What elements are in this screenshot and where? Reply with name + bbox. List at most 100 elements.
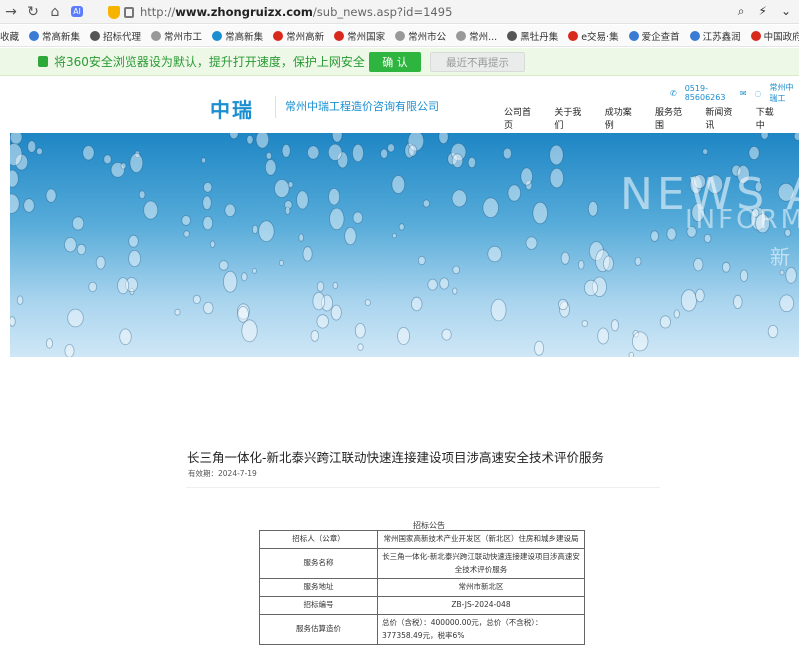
bookmark-item[interactable]: 江苏鑫润 — [689, 29, 741, 43]
bookmark-favicon-icon — [689, 30, 700, 41]
bookmark-label: 爱企查首 — [641, 31, 680, 43]
row-label: 招标编号 — [259, 596, 378, 615]
bookmark-label: 常州国家 — [347, 31, 386, 43]
bookmark-label: 招标代理 — [103, 31, 142, 43]
row-label: 服务地址 — [259, 578, 378, 597]
tender-info-table: 招标人（公章） 常州国家高新技术产业开发区（新北区）住房和城乡建设局 服务名称 长三角… — [259, 530, 585, 646]
bookmark-label: 黑牡丹集 — [520, 31, 559, 43]
url-host: www.zhongruizx.com — [175, 5, 313, 19]
nav-item[interactable]: 服务范围 — [655, 105, 683, 131]
hero-banner: NEWS A INFORMA 新 — [10, 133, 799, 357]
bookmark-label: 收藏 — [0, 31, 20, 43]
bookmark-label: 常州高新 — [286, 31, 325, 43]
bookmark-label: 常州市公 — [408, 31, 447, 43]
bookmark-item[interactable]: 黑牡丹集 — [507, 29, 558, 43]
bookmark-item[interactable]: 招标代理 — [90, 29, 141, 43]
phone-number: 0519-85606263 — [684, 84, 726, 102]
bookmark-item[interactable]: 常高新集 — [29, 29, 80, 43]
mail-label: 常州中瑞工 — [769, 83, 794, 103]
lock-icon — [38, 56, 48, 67]
bookmark-label: 江苏鑫润 — [702, 31, 741, 43]
banner-cn-text: 新 — [770, 245, 790, 269]
bookmark-favicon-icon — [568, 30, 579, 41]
back-icon[interactable]: → — [0, 1, 22, 23]
table-row: 服务名称 长三角一体化-新北泰兴跨江联动快速连接建设项目涉高速安全技术评价服务 — [259, 547, 585, 580]
bookmark-favicon-icon — [29, 30, 40, 41]
raindrop-pattern — [10, 133, 799, 357]
row-value: 常州国家高新技术产业开发区（新北区）住房和城乡建设局 — [377, 530, 585, 549]
reload-icon[interactable]: ↻ — [22, 1, 44, 23]
bookmark-label: 中国政府 — [763, 31, 799, 43]
bookmark-item[interactable]: 爱企查首 — [628, 29, 680, 43]
home-icon[interactable]: ⌂ — [44, 1, 66, 23]
default-browser-notice: 将360安全浏览器设为默认，提升打开速度，保护上网安全 确 认 最近不再提示 — [0, 48, 799, 76]
article-title: 长三角一体化-新北泰兴跨江联动快速连接建设项目涉高速安全技术评价服务 — [187, 450, 605, 465]
bookmark-favicon-icon — [395, 30, 406, 41]
row-label: 招标人（公章） — [259, 530, 378, 549]
bookmark-item[interactable]: 常州高新 — [273, 29, 324, 43]
bookmark-item[interactable]: 常州市工 — [151, 29, 202, 43]
bookmark-favicon-icon — [456, 30, 467, 41]
url-field[interactable]: http:// www.zhongruizx.com /sub_news.asp… — [108, 3, 728, 21]
dismiss-button[interactable]: 最近不再提示 — [430, 52, 525, 72]
bookmark-favicon-icon — [507, 30, 518, 41]
notice-message: 将360安全浏览器设为默认，提升打开速度，保护上网安全 — [54, 55, 365, 69]
bookmark-label: 常州... — [469, 31, 498, 43]
banner-subheading: INFORMA — [685, 205, 799, 235]
bookmark-label: e交易·集 — [581, 31, 619, 43]
title-divider — [186, 487, 660, 488]
url-path: /sub_news.asp?id=1495 — [312, 5, 453, 19]
ai-icon[interactable]: AI — [66, 1, 88, 23]
nav-item[interactable]: 新闻资讯 — [705, 105, 733, 131]
nav-item[interactable]: 公司首页 — [504, 105, 532, 131]
browser-address-bar: → ↻ ⌂ AI http:// www.zhongruizx.com /sub… — [0, 0, 799, 24]
wechat-icon[interactable]: ◌ — [755, 89, 762, 98]
bookmark-label: 常州市工 — [164, 31, 203, 43]
row-value: 长三角一体化-新北泰兴跨江联动快速连接建设项目涉高速安全技术评价服务 — [377, 547, 585, 580]
bookmark-favicon-icon — [212, 30, 223, 41]
nav-item[interactable]: 成功案例 — [605, 105, 633, 131]
table-row: 服务估算造价 总价（含税）：400000.00元，总价（不含税）：377358.4… — [259, 613, 585, 646]
bookmark-item[interactable]: 常州国家 — [334, 29, 385, 43]
row-label: 服务估算造价 — [259, 613, 378, 646]
bookmark-favicon-icon — [151, 30, 162, 41]
search-icon[interactable]: ⌕ — [738, 4, 745, 19]
company-name: 常州中瑞工程造价咨询有限公司 — [285, 100, 439, 113]
row-label: 服务名称 — [259, 547, 378, 580]
table-row: 服务地址 常州市新北区 — [259, 578, 585, 597]
bookmark-label: 常高新集 — [42, 31, 81, 43]
bookmark-item[interactable]: 常州市公 — [395, 29, 446, 43]
url-prefix: http:// — [140, 5, 176, 19]
row-value: 常州市新北区 — [377, 578, 585, 597]
bookmark-favicon-icon — [334, 30, 345, 41]
mail-icon[interactable]: ✉ — [740, 89, 747, 98]
article-meta: 有效期：2024-7-19 — [188, 469, 257, 478]
bookmark-item[interactable]: 常州... — [456, 29, 497, 43]
nav-item[interactable]: 下载中 — [756, 105, 777, 131]
bookmark-item[interactable]: 中国政府 — [750, 29, 799, 43]
nav-item[interactable]: 关于我们 — [554, 105, 582, 131]
main-nav: 公司首页 关于我们 成功案例 服务范围 新闻资讯 下载中 — [504, 105, 799, 131]
bookmark-favicon-icon — [273, 30, 284, 41]
bookmark-favicon-icon — [90, 30, 101, 41]
chevron-down-icon[interactable]: ⌄ — [781, 4, 791, 19]
table-row: 招标人（公章） 常州国家高新技术产业开发区（新北区）住房和城乡建设局 — [259, 530, 585, 549]
contact-info: ✆ 0519-85606263 ✉ ◌ 常州中瑞工 — [670, 82, 799, 104]
security-shield-icon[interactable] — [108, 5, 120, 19]
phone-icon: ✆ — [670, 88, 677, 98]
bookmarks-bar: 收藏 常高新集 招标代理 常州市工 常高新集 常州高新 常州国家 常州市公 常州... 黑牡丹集 e… — [0, 25, 799, 47]
bookmark-favicon-icon — [750, 30, 761, 41]
lightning-icon[interactable]: ⚡ — [759, 4, 767, 19]
bookmark-item[interactable]: e交易·集 — [568, 29, 619, 43]
table-row: 招标编号 ZB-JS-2024-048 — [259, 596, 585, 615]
confirm-button[interactable]: 确 认 — [369, 52, 421, 72]
row-value: ZB-JS-2024-048 — [377, 596, 585, 615]
bookmark-item[interactable]: 常高新集 — [212, 29, 263, 43]
bookmark-item[interactable]: 收藏 — [0, 29, 19, 43]
insecure-lock-icon[interactable] — [124, 6, 134, 18]
row-value: 总价（含税）：400000.00元，总价（不含税）：377358.49元，税率6… — [377, 613, 585, 646]
bookmark-label: 常高新集 — [225, 31, 264, 43]
site-header: 中瑞 常州中瑞工程造价咨询有限公司 ✆ 0519-85606263 ✉ ◌ 常州… — [0, 76, 799, 133]
site-logo[interactable]: 中瑞 — [210, 94, 254, 123]
bookmark-favicon-icon — [628, 30, 639, 41]
